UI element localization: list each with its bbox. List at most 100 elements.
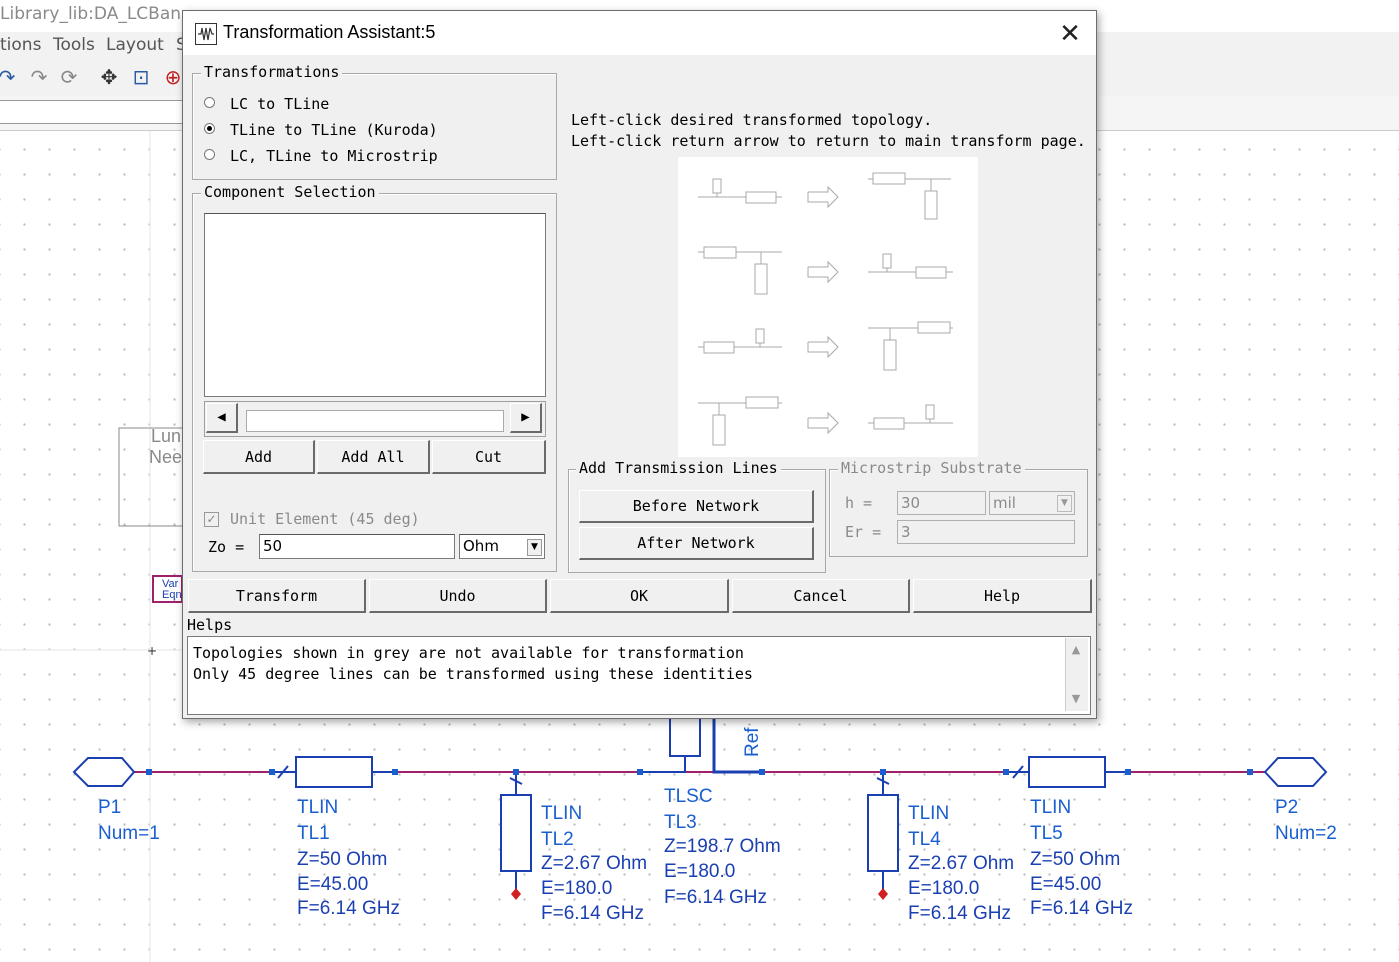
cancel-button[interactable]: Cancel (732, 579, 910, 613)
undo-button[interactable]: Undo (369, 579, 547, 613)
tl3-e: E=180.0 (664, 861, 735, 882)
eqn-label: Eqn (162, 589, 182, 601)
tl1-z: Z=50 Ohm (297, 849, 387, 870)
tl2-z: Z=2.67 Ohm (541, 853, 647, 874)
h-label: h = (845, 494, 873, 512)
tl3-name: TL3 (664, 812, 697, 833)
tl3-type: TLSC (664, 786, 713, 807)
scroll-left-icon[interactable]: ◀ (206, 403, 238, 433)
tl5-body[interactable] (1028, 756, 1106, 788)
chevron-down-icon[interactable]: ▼ (527, 539, 542, 556)
zo-unit-value: Ohm (463, 537, 499, 555)
p2-label: P2 (1275, 797, 1298, 818)
h-unit-select[interactable]: mil ▼ (989, 491, 1075, 515)
tl2-name: TL2 (541, 829, 574, 850)
tl4-z: Z=2.67 Ohm (908, 853, 1014, 874)
arrow-icon-2 (807, 260, 839, 284)
option-kuroda[interactable]: TLine to TLine (Kuroda) (230, 121, 438, 139)
cut-button[interactable]: Cut (432, 440, 546, 474)
instruction-line-1: Left-click desired transformed topology. (571, 111, 933, 129)
topology-3-before (698, 328, 782, 354)
add-lines-label: Add Transmission Lines (576, 459, 781, 477)
p2-num: Num=2 (1275, 823, 1337, 844)
topology-4-after (868, 404, 953, 430)
unit-element-label: Unit Element (45 deg) (230, 510, 420, 528)
tl4-f: F=6.14 GHz (908, 903, 1011, 924)
topology-panel[interactable] (678, 157, 978, 457)
tl5-e: E=45.00 (1030, 874, 1101, 895)
arrow-icon-1 (807, 185, 839, 209)
tl3-f: F=6.14 GHz (664, 887, 767, 908)
helps-line-2: Only 45 degree lines can be transformed … (193, 665, 753, 683)
tl1-body[interactable] (295, 756, 373, 788)
er-label: Er = (845, 523, 882, 541)
topology-4-before (698, 396, 782, 446)
topology-1-before (698, 178, 782, 204)
zo-input[interactable]: 50 (259, 534, 455, 559)
add-all-button[interactable]: Add All (317, 440, 430, 474)
tl5-type: TLIN (1030, 797, 1071, 818)
dialog-title: Transformation Assistant:5 (223, 22, 436, 42)
tl5-name: TL5 (1030, 823, 1063, 844)
ref-label: Ref (742, 727, 763, 757)
scroll-track[interactable] (246, 410, 504, 432)
scroll-up-icon[interactable]: ▲ (1067, 641, 1085, 659)
before-network-button[interactable]: Before Network (579, 490, 814, 523)
tl4-body[interactable] (867, 794, 899, 872)
instruction-line-2: Left-click return arrow to return to mai… (571, 132, 1086, 150)
tl1-e: E=45.00 (297, 874, 368, 895)
p1-label: P1 (98, 797, 121, 818)
zo-unit-select[interactable]: Ohm ▼ (459, 534, 545, 559)
radio-kuroda[interactable] (204, 123, 215, 134)
svg-text:+: + (147, 644, 157, 658)
port-p1[interactable] (72, 757, 136, 787)
add-button[interactable]: Add (203, 440, 315, 474)
port-p2[interactable] (1263, 757, 1328, 787)
helps-label: Helps (187, 616, 233, 634)
topology-2-before (698, 246, 782, 295)
er-input[interactable]: 3 (897, 520, 1075, 544)
ok-button[interactable]: OK (550, 579, 729, 613)
option-lc-to-tline[interactable]: LC to TLine (230, 95, 329, 113)
component-selection-label: Component Selection (201, 183, 379, 201)
topology-1-after (868, 172, 951, 220)
help-button[interactable]: Help (913, 579, 1092, 613)
h-unit-value: mil (993, 494, 1016, 512)
topology-2-after (868, 253, 953, 279)
substrate-label: Microstrip Substrate (838, 459, 1025, 477)
tl4-name: TL4 (908, 829, 941, 850)
transformation-dialog: Transformation Assistant:5 ✕ Transformat… (182, 10, 1097, 719)
tl2-body[interactable] (500, 794, 532, 872)
arrow-icon-4 (807, 411, 839, 435)
tl2-f: F=6.14 GHz (541, 903, 644, 924)
tl2-e: E=180.0 (541, 878, 612, 899)
tl3-z: Z=198.7 Ohm (664, 836, 781, 857)
component-listbox[interactable] (204, 213, 546, 397)
tl5-f: F=6.14 GHz (1030, 898, 1133, 919)
topology-diagrams[interactable] (678, 157, 978, 457)
lumped-label-2: Nee (149, 447, 182, 467)
scroll-right-icon[interactable]: ▶ (510, 403, 542, 433)
h-input[interactable]: 30 (897, 491, 986, 515)
lumped-label-1: Lun (151, 426, 181, 446)
radio-microstrip[interactable] (204, 149, 215, 160)
unit-element-checkbox[interactable]: ✓ (204, 512, 219, 527)
after-network-button[interactable]: After Network (579, 527, 814, 560)
option-microstrip[interactable]: LC, TLine to Microstrip (230, 147, 438, 165)
close-icon[interactable]: ✕ (1055, 19, 1085, 49)
scroll-down-icon[interactable]: ▼ (1067, 690, 1085, 708)
tl1-name: TL1 (297, 823, 330, 844)
tl2-type: TLIN (541, 803, 582, 824)
tl1-type: TLIN (297, 797, 338, 818)
waveform-icon (195, 23, 217, 45)
tl3-body[interactable] (669, 717, 701, 757)
radio-lc-to-tline[interactable] (204, 97, 215, 108)
transform-button[interactable]: Transform (188, 579, 366, 613)
topology-3-after (868, 321, 953, 371)
transformations-label: Transformations (201, 63, 343, 81)
tl4-type: TLIN (908, 803, 949, 824)
chevron-down-icon[interactable]: ▼ (1057, 495, 1072, 512)
tl1-f: F=6.14 GHz (297, 898, 400, 919)
tl4-e: E=180.0 (908, 878, 979, 899)
tl5-z: Z=50 Ohm (1030, 849, 1120, 870)
